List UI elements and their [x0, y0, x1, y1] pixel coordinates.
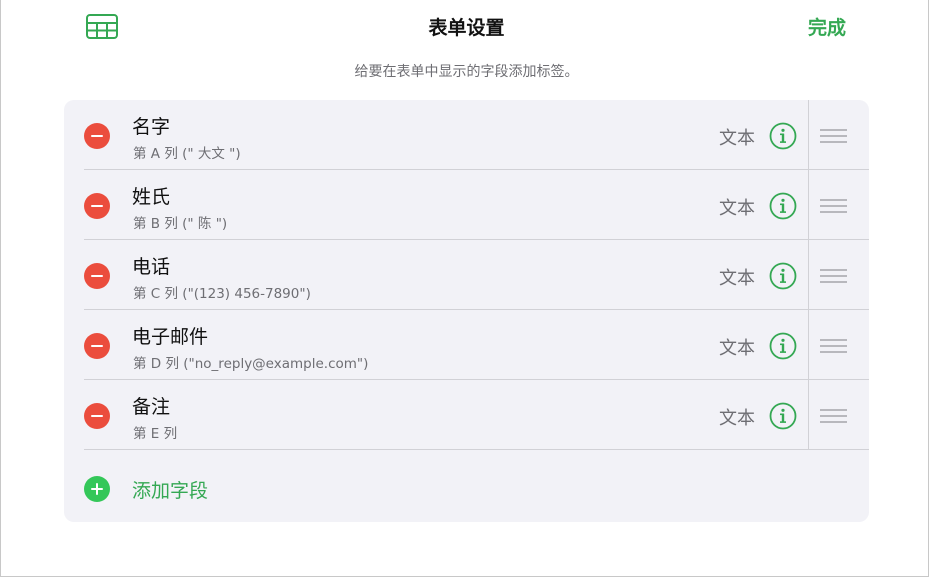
row-divider [808, 240, 809, 310]
field-row-notes: 备注 第 E 列 文本 [64, 380, 869, 450]
field-row-last-name: 姓氏 第 B 列 (" 陈 ") 文本 [64, 170, 869, 240]
field-row-first-name: 名字 第 A 列 (" 大文 ") 文本 [64, 100, 869, 170]
form-settings-sheet: 表单设置 完成 给要在表单中显示的字段添加标签。 名字 第 A 列 (" 大文 … [0, 0, 929, 577]
field-name-label[interactable]: 电话 [132, 252, 170, 279]
fields-list: 名字 第 A 列 (" 大文 ") 文本 姓氏 第 B 列 (" 陈 ") 文本… [64, 100, 869, 522]
row-separator [84, 449, 869, 450]
page-subtitle: 给要在表单中显示的字段添加标签。 [354, 64, 579, 80]
field-row-phone: 电话 第 C 列 ("(123) 456-7890") 文本 [64, 240, 869, 310]
field-column-label: 第 D 列 ("no_reply@example.com") [133, 356, 369, 372]
field-name-label[interactable]: 备注 [132, 392, 170, 419]
row-divider [808, 310, 809, 380]
field-name-label[interactable]: 电子邮件 [132, 322, 208, 349]
minus-circle-icon[interactable] [84, 333, 110, 359]
plus-circle-icon [84, 476, 110, 502]
info-icon[interactable] [769, 192, 797, 220]
info-icon[interactable] [769, 332, 797, 360]
field-name-label[interactable]: 名字 [132, 112, 170, 139]
field-column-label: 第 B 列 (" 陈 ") [133, 216, 228, 232]
done-button[interactable]: 完成 [808, 13, 846, 40]
minus-circle-icon[interactable] [84, 193, 110, 219]
field-type-label[interactable]: 文本 [719, 194, 755, 220]
row-divider [808, 170, 809, 240]
drag-handle-icon[interactable] [820, 268, 847, 284]
field-row-email: 电子邮件 第 D 列 ("no_reply@example.com") 文本 [64, 310, 869, 380]
info-icon[interactable] [769, 262, 797, 290]
info-icon[interactable] [769, 122, 797, 150]
drag-handle-icon[interactable] [820, 198, 847, 214]
field-type-label[interactable]: 文本 [719, 404, 755, 430]
add-field-button[interactable]: 添加字段 [64, 452, 869, 522]
field-type-label[interactable]: 文本 [719, 334, 755, 360]
row-divider [808, 100, 809, 170]
field-name-label[interactable]: 姓氏 [132, 182, 170, 209]
row-divider [808, 380, 809, 450]
field-column-label: 第 E 列 [133, 426, 178, 442]
info-icon[interactable] [769, 402, 797, 430]
field-column-label: 第 C 列 ("(123) 456-7890") [133, 286, 311, 302]
field-column-label: 第 A 列 (" 大文 ") [133, 146, 241, 162]
drag-handle-icon[interactable] [820, 128, 847, 144]
page-title: 表单设置 [428, 17, 505, 39]
drag-handle-icon[interactable] [820, 408, 847, 424]
add-field-label: 添加字段 [132, 480, 209, 502]
field-type-label[interactable]: 文本 [719, 124, 755, 150]
minus-circle-icon[interactable] [84, 263, 110, 289]
minus-circle-icon[interactable] [84, 123, 110, 149]
drag-handle-icon[interactable] [820, 338, 847, 354]
field-type-label[interactable]: 文本 [719, 264, 755, 290]
minus-circle-icon[interactable] [84, 403, 110, 429]
